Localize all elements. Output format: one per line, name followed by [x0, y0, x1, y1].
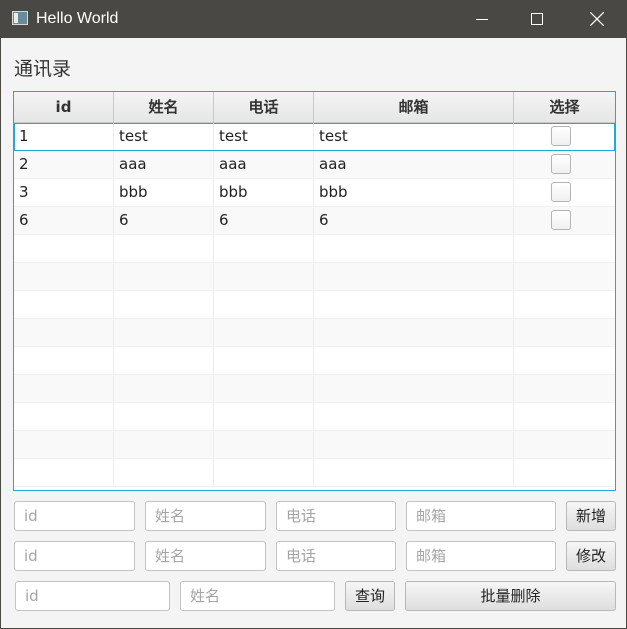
add-phone-input[interactable]: 电话 [276, 501, 396, 531]
column-header-id[interactable]: id [14, 92, 114, 122]
edit-button[interactable]: 修改 [566, 541, 616, 571]
row-select-checkbox[interactable] [551, 210, 571, 230]
table-row[interactable]: 3 bbb bbb bbb [14, 179, 615, 207]
minimize-icon [476, 19, 488, 20]
maximize-icon [531, 13, 543, 25]
table-row[interactable]: 6 6 6 6 [14, 207, 615, 235]
add-id-input[interactable]: id [14, 501, 135, 531]
query-button[interactable]: 查询 [345, 581, 395, 611]
empty-row [14, 263, 615, 291]
cell-name: aaa [114, 151, 214, 178]
edit-name-input[interactable]: 姓名 [145, 541, 266, 571]
cell-email: test [314, 123, 514, 150]
cell-email: aaa [314, 151, 514, 178]
cell-phone: aaa [214, 151, 314, 178]
column-header-phone[interactable]: 电话 [214, 92, 314, 122]
empty-row [14, 375, 615, 403]
app-window: Hello World 通讯录 id 姓名 电话 邮箱 选择 1 test te… [0, 0, 627, 629]
title-bar[interactable]: Hello World [1, 0, 627, 38]
table-body: 1 test test test 2 aaa aaa aaa 3 bbb bbb… [14, 123, 615, 490]
page-title: 通讯录 [14, 58, 72, 80]
row-select-checkbox[interactable] [551, 154, 571, 174]
edit-id-input[interactable]: id [14, 541, 135, 571]
row-select-checkbox[interactable] [551, 126, 571, 146]
cell-id: 6 [14, 207, 114, 234]
add-button[interactable]: 新增 [566, 501, 616, 531]
table-row[interactable]: 2 aaa aaa aaa [14, 151, 615, 179]
cell-name: bbb [114, 179, 214, 206]
empty-row [14, 319, 615, 347]
empty-row [14, 235, 615, 263]
contacts-table[interactable]: id 姓名 电话 邮箱 选择 1 test test test 2 aaa aa… [13, 91, 616, 491]
cell-phone: 6 [214, 207, 314, 234]
empty-row [14, 431, 615, 459]
edit-email-input[interactable]: 邮箱 [406, 541, 556, 571]
cell-phone: bbb [214, 179, 314, 206]
batch-delete-button[interactable]: 批量删除 [405, 581, 616, 611]
cell-phone: test [214, 123, 314, 150]
cell-id: 1 [14, 123, 114, 150]
add-name-input[interactable]: 姓名 [145, 501, 266, 531]
empty-row [14, 291, 615, 319]
cell-email: 6 [314, 207, 514, 234]
cell-email: bbb [314, 179, 514, 206]
empty-row [14, 403, 615, 431]
column-header-select[interactable]: 选择 [514, 92, 615, 122]
close-button[interactable] [574, 0, 620, 38]
empty-row [14, 347, 615, 375]
cell-name: 6 [114, 207, 214, 234]
app-window-icon [12, 11, 28, 25]
window-title: Hello World [36, 10, 119, 27]
column-header-email[interactable]: 邮箱 [314, 92, 514, 122]
query-name-input[interactable]: 姓名 [180, 581, 335, 611]
close-icon [590, 12, 604, 26]
minimize-button[interactable] [459, 0, 505, 38]
empty-row [14, 459, 615, 487]
cell-id: 2 [14, 151, 114, 178]
table-row[interactable]: 1 test test test [14, 123, 615, 151]
column-header-name[interactable]: 姓名 [114, 92, 214, 122]
add-email-input[interactable]: 邮箱 [406, 501, 556, 531]
maximize-button[interactable] [514, 0, 560, 38]
table-header: id 姓名 电话 邮箱 选择 [14, 92, 615, 123]
edit-phone-input[interactable]: 电话 [276, 541, 396, 571]
row-select-checkbox[interactable] [551, 182, 571, 202]
query-id-input[interactable]: id [15, 581, 170, 611]
cell-id: 3 [14, 179, 114, 206]
cell-name: test [114, 123, 214, 150]
